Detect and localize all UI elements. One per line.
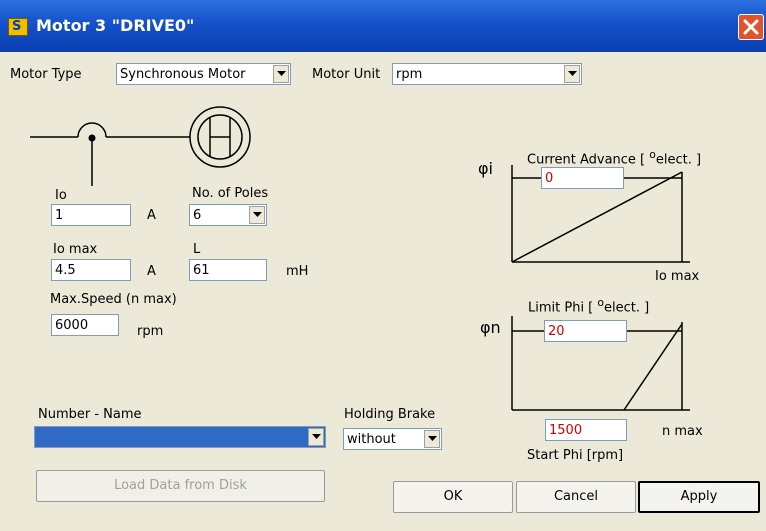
current-advance-degree: o bbox=[649, 148, 656, 161]
max-speed-value: 6000 bbox=[55, 318, 89, 333]
io-label: Io bbox=[55, 188, 67, 203]
holding-brake-label: Holding Brake bbox=[344, 407, 436, 422]
current-advance-field[interactable]: 0 bbox=[541, 167, 624, 189]
load-data-from-disk-button[interactable]: Load Data from Disk bbox=[36, 470, 325, 502]
io-unit: A bbox=[147, 208, 156, 223]
io-max-unit: A bbox=[147, 264, 156, 279]
max-speed-label: Max.Speed (n max) bbox=[50, 292, 177, 307]
io-max-axis-label: Io max bbox=[655, 269, 700, 284]
inductance-field[interactable]: 61 bbox=[189, 259, 267, 281]
phi-i-symbol: φi bbox=[478, 159, 493, 178]
apply-button[interactable]: Apply bbox=[638, 481, 760, 513]
number-name-dropdown-button[interactable] bbox=[308, 428, 324, 446]
chevron-down-icon bbox=[428, 436, 437, 441]
holding-brake-dropdown-button[interactable] bbox=[424, 430, 440, 448]
current-advance-label-text: Current Advance [ bbox=[527, 152, 646, 168]
poles-dropdown-button[interactable] bbox=[249, 206, 265, 224]
n-max-axis-label: n max bbox=[662, 424, 703, 439]
inductance-label: L bbox=[193, 242, 201, 257]
motor-dialog: S Motor 3 "DRIVE0" Motor Type Synchronou… bbox=[0, 0, 766, 531]
io-field[interactable]: 1 bbox=[51, 204, 131, 226]
inductance-unit: mH bbox=[286, 264, 309, 279]
start-phi-label: Start Phi [rpm] bbox=[527, 448, 624, 463]
limit-phi-value: 20 bbox=[548, 324, 565, 339]
current-advance-value: 0 bbox=[545, 171, 554, 186]
number-name-select[interactable] bbox=[34, 426, 326, 448]
io-max-value: 4.5 bbox=[55, 263, 76, 278]
current-advance-unit: elect. ] bbox=[655, 152, 702, 168]
start-phi-field[interactable]: 1500 bbox=[545, 419, 627, 441]
io-max-label: Io max bbox=[53, 242, 98, 257]
cancel-button[interactable]: Cancel bbox=[516, 481, 636, 513]
motor-schematic-icon bbox=[30, 106, 251, 186]
io-max-field[interactable]: 4.5 bbox=[51, 259, 131, 281]
start-phi-value: 1500 bbox=[549, 423, 583, 438]
io-value: 1 bbox=[55, 208, 64, 223]
poles-value: 6 bbox=[193, 208, 202, 223]
max-speed-unit: rpm bbox=[137, 324, 164, 339]
limit-phi-field[interactable]: 20 bbox=[544, 320, 627, 342]
chevron-down-icon bbox=[312, 434, 321, 439]
ok-button[interactable]: OK bbox=[393, 481, 513, 513]
phi-n-symbol: φn bbox=[480, 318, 501, 337]
holding-brake-select[interactable]: without bbox=[343, 428, 442, 450]
inductance-value: 61 bbox=[193, 263, 210, 278]
limit-phi-label: Limit Phi [ oelect. ] bbox=[528, 296, 649, 315]
chevron-down-icon bbox=[253, 212, 262, 217]
current-advance-label: Current Advance [ oelect. ] bbox=[527, 148, 701, 167]
max-speed-field[interactable]: 6000 bbox=[51, 314, 119, 336]
limit-phi-unit: elect. ] bbox=[604, 300, 650, 316]
poles-label: No. of Poles bbox=[192, 186, 269, 201]
poles-select[interactable]: 6 bbox=[189, 204, 267, 226]
limit-phi-label-text: Limit Phi [ bbox=[528, 300, 594, 316]
number-name-label: Number - Name bbox=[38, 407, 142, 422]
holding-brake-value: without bbox=[347, 432, 396, 447]
